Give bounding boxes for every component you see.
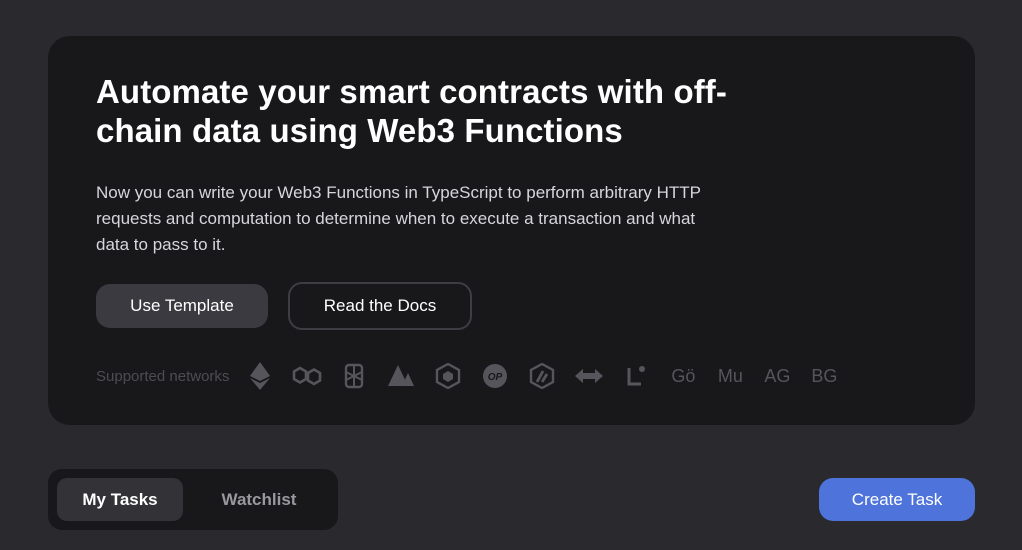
base-goerli-label: BG — [811, 365, 838, 386]
gnosis-icon — [574, 361, 604, 391]
hero-banner: Automate your smart contracts with off-c… — [48, 36, 975, 425]
supported-networks-label: Supported networks — [96, 367, 230, 385]
create-task-button[interactable]: Create Task — [819, 478, 975, 521]
read-docs-button[interactable]: Read the Docs — [288, 282, 472, 330]
goerli-label: Gö — [671, 365, 696, 386]
hero-description: Now you can write your Web3 Functions in… — [96, 183, 701, 254]
optimism-icon: OP — [480, 361, 510, 391]
arbitrum-icon — [527, 361, 557, 391]
avalanche-icon — [386, 361, 416, 391]
task-tabs: My Tasks Watchlist — [48, 469, 338, 530]
use-template-button[interactable]: Use Template — [96, 284, 268, 328]
fantom-icon — [339, 361, 369, 391]
hero-actions: Use Template Read the Docs — [96, 282, 927, 330]
tab-my-tasks[interactable]: My Tasks — [57, 478, 183, 521]
bnb-chain-icon — [433, 361, 463, 391]
network-list: OP Gö Mu AG BG — [245, 361, 839, 391]
polygon-icon — [292, 361, 322, 391]
supported-networks: Supported networks OP Gö Mu AG BG — [96, 361, 839, 391]
mumbai-label: Mu — [717, 365, 743, 386]
svg-text:OP: OP — [488, 372, 503, 383]
hero-title: Automate your smart contracts with off-c… — [96, 73, 727, 149]
tab-watchlist[interactable]: Watchlist — [191, 478, 327, 521]
linea-icon — [621, 361, 651, 391]
ethereum-icon — [245, 361, 275, 391]
arbitrum-goerli-label: AG — [764, 365, 791, 386]
